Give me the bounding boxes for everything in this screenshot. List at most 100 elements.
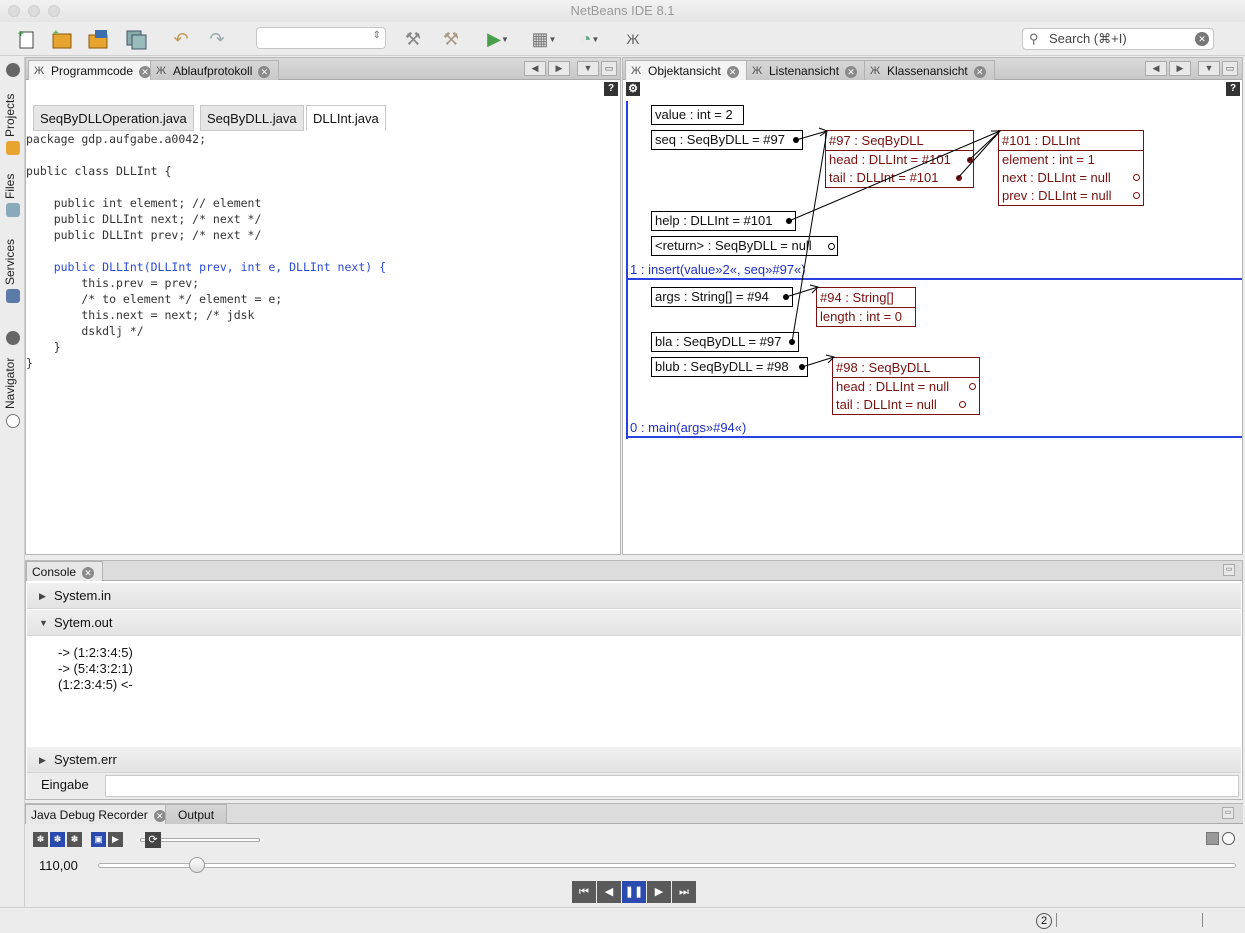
minimize-window-button[interactable] xyxy=(28,5,40,17)
save-all-icon[interactable] xyxy=(123,26,149,52)
code-line: } xyxy=(26,356,33,370)
recorder-tab-icon: Ж xyxy=(156,65,167,77)
code-line: dskdlj */ xyxy=(26,324,144,338)
status-divider xyxy=(1202,913,1203,927)
status-bar: 2 xyxy=(0,907,1245,933)
editor-tab-bar: Ж Programmcode ✕ Ж Ablaufprotokoll ✕ ◀ ▶ ▼ ▭ xyxy=(26,58,620,80)
run-icon[interactable]: ▶ ▼ xyxy=(480,26,516,52)
code-line: this.next = next; /* jdsk xyxy=(26,308,255,322)
left-side-strip: Projects Files Services Navigator xyxy=(0,57,25,907)
stop-icon[interactable] xyxy=(1206,832,1219,845)
projects-tab[interactable]: Projects xyxy=(3,94,17,137)
tab-ablaufprotokoll[interactable]: Ж Ablaufprotokoll ✕ xyxy=(150,60,280,80)
title-bar: NetBeans IDE 8.1 xyxy=(0,0,1245,22)
output-line: (1:2:3:4:5) <- xyxy=(58,677,133,692)
recorder-tab-bar: Java Debug Recorder ✕ Output ▭ xyxy=(25,804,1243,824)
new-file-icon[interactable]: + xyxy=(14,26,40,52)
tab-list-button[interactable]: ▼ xyxy=(577,61,599,76)
section-system-out[interactable]: ▼ Sytem.out xyxy=(27,610,1241,636)
svg-text:+: + xyxy=(18,29,24,40)
code-line: public int element; // element xyxy=(26,196,262,210)
output-line: -> (1:2:3:4:5) xyxy=(58,645,133,660)
tab-output[interactable]: Output xyxy=(165,804,228,824)
section-system-err[interactable]: ▶ System.err xyxy=(27,747,1241,773)
file-tab-seqbydlloperation[interactable]: SeqByDLLOperation.java xyxy=(33,105,194,131)
zoom-window-button[interactable] xyxy=(48,5,60,17)
configuration-select[interactable]: ⇕ xyxy=(256,27,386,49)
file-tab-dllint[interactable]: DLLInt.java xyxy=(306,105,386,131)
search-input[interactable]: ⚲ Search (⌘+I) ✕ xyxy=(1022,28,1214,50)
open-project-icon[interactable] xyxy=(86,26,112,52)
maximize-button[interactable]: ▭ xyxy=(601,61,617,76)
console-tab-bar: Console ✕ ▭ xyxy=(26,561,1242,581)
build-hammer-icon[interactable]: ⚒ xyxy=(400,26,426,52)
new-project-icon[interactable]: + xyxy=(49,26,75,52)
files-tab[interactable]: Files xyxy=(3,174,17,199)
console-panel: Console ✕ ▭ ▶ System.in ▼ Sytem.out -> (1:2… xyxy=(25,560,1243,800)
recorder-logo-icon[interactable]: Ж xyxy=(620,26,646,52)
paw-icon: ✽ xyxy=(67,832,82,847)
debug-icon[interactable]: ▦ ▼ xyxy=(526,26,562,52)
files-icon xyxy=(6,203,20,217)
notifications-badge[interactable]: 2 xyxy=(1036,913,1052,929)
help-icon[interactable]: ? xyxy=(604,82,618,96)
skip-to-end-icon[interactable]: ⏭ xyxy=(672,881,696,903)
video-icon: ▶ xyxy=(108,832,123,847)
code-line: /* to element */ element = e; xyxy=(26,292,283,306)
services-tab[interactable]: Services xyxy=(3,239,17,285)
services-icon xyxy=(6,289,20,303)
tab-console[interactable]: Console ✕ xyxy=(26,561,104,581)
object-view-panel: Ж Objektansicht ✕ Ж Listenansicht ✕ Ж Klassen… xyxy=(622,57,1243,555)
pause-mode-icons[interactable]: ✽ ✽ ✽ xyxy=(33,832,85,848)
code-line: public DLLInt(DLLInt prev, int e, DLLInt… xyxy=(26,260,387,274)
close-window-button[interactable] xyxy=(8,5,20,17)
minimize-group-icon-2[interactable] xyxy=(6,331,20,345)
section-system-in[interactable]: ▶ System.in xyxy=(27,583,1241,609)
close-tab-icon[interactable]: ✕ xyxy=(82,566,95,579)
scroll-right-button[interactable]: ▶ xyxy=(548,61,570,76)
undo-icon[interactable]: ↶ xyxy=(168,26,194,52)
clear-search-icon[interactable]: ✕ xyxy=(1195,32,1209,46)
minimize-panel-button[interactable]: ▭ xyxy=(1223,564,1235,576)
speed-slider-track[interactable] xyxy=(98,863,1236,868)
recorder-panel: Java Debug Recorder ✕ Output ▭ ✽ ✽ ✽ ▣ ▶ … xyxy=(25,803,1243,907)
code-line: } xyxy=(26,340,61,354)
file-tab-seqbydll[interactable]: SeqByDLL.java xyxy=(200,105,304,131)
minimize-panel-button[interactable]: ▭ xyxy=(1222,807,1234,819)
close-tab-icon[interactable]: ✕ xyxy=(258,65,271,78)
navigator-tab[interactable]: Navigator xyxy=(3,358,17,409)
pause-icon[interactable]: ❚❚ xyxy=(622,881,646,903)
loop-icon[interactable]: ⟳ xyxy=(145,832,161,848)
minimize-group-icon[interactable] xyxy=(6,63,20,77)
skip-to-start-icon[interactable]: ⏮ xyxy=(572,881,596,903)
status-divider xyxy=(1056,913,1057,927)
window-title: NetBeans IDE 8.1 xyxy=(570,3,675,18)
svg-text:+: + xyxy=(53,28,59,39)
camera-icons[interactable]: ▣ ▶ xyxy=(91,832,125,848)
tab-programmcode[interactable]: Ж Programmcode ✕ xyxy=(28,60,161,80)
console-output: -> (1:2:3:4:5) -> (5:4:3:2:1) (1:2:3:4:5… xyxy=(58,645,133,693)
projects-icon xyxy=(6,141,20,155)
console-input-field[interactable] xyxy=(105,775,1239,797)
speed-slider-thumb[interactable] xyxy=(189,857,206,873)
code-editor[interactable]: package gdp.aufgabe.a0042; public class … xyxy=(26,131,620,371)
code-line: public DLLInt prev; /* next */ xyxy=(26,228,262,242)
code-line: public DLLInt next; /* next */ xyxy=(26,212,262,226)
paw-icon: ✽ xyxy=(50,832,65,847)
close-tab-icon[interactable]: ✕ xyxy=(153,809,166,822)
code-line: package gdp.aufgabe.a0042; xyxy=(26,132,207,146)
tab-java-debug-recorder[interactable]: Java Debug Recorder ✕ xyxy=(25,804,175,824)
navigator-icon xyxy=(6,414,20,428)
search-icon: ⚲ xyxy=(1029,31,1039,46)
clean-build-icon[interactable]: ⚒ xyxy=(438,26,464,52)
record-icon[interactable] xyxy=(1222,832,1235,845)
scroll-left-button[interactable]: ◀ xyxy=(524,61,546,76)
redo-icon[interactable]: ↷ xyxy=(204,26,230,52)
paw-icon: ✽ xyxy=(33,832,48,847)
profile-icon[interactable]: ◔ ▼ xyxy=(572,26,608,52)
step-forward-icon[interactable]: ▶ xyxy=(647,881,671,903)
step-back-icon[interactable]: ◀ xyxy=(597,881,621,903)
